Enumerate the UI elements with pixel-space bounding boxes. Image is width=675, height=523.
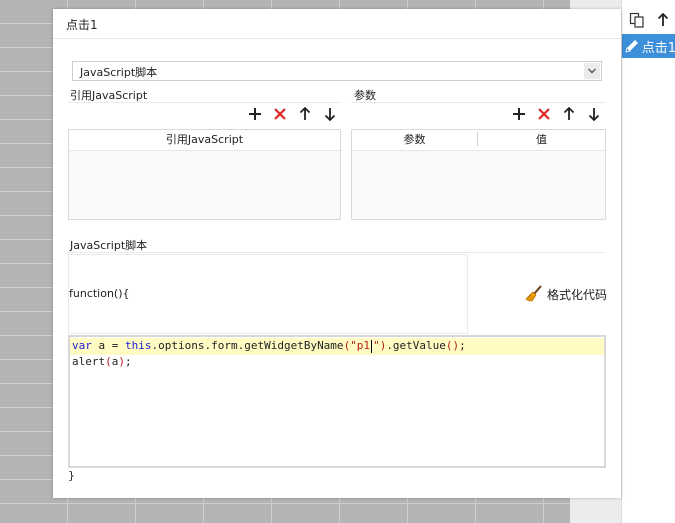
refs-table: 引用JavaScript: [68, 129, 341, 220]
side-panel-event-item[interactable]: 点击1: [622, 34, 675, 58]
arrow-up-icon: [563, 107, 575, 120]
arrow-up-icon: [657, 13, 669, 26]
code-token: (): [445, 339, 460, 352]
right-side-panel: 点击1: [621, 0, 675, 523]
code-line-1[interactable]: var a = this.options.form.getWidgetByNam…: [72, 338, 466, 354]
arrow-down-icon: [324, 108, 336, 121]
function-open-text: function(){: [69, 287, 130, 300]
params-section-label: 参数: [354, 89, 376, 102]
side-panel-toolbar: [622, 8, 675, 32]
code-line-2[interactable]: alert(a);: [72, 354, 132, 370]
format-code-label: 格式化代码: [547, 287, 608, 302]
pencil-icon: [622, 34, 642, 58]
refs-divider: [68, 102, 341, 103]
script-divider: [68, 252, 606, 253]
refs-move-down-button[interactable]: [322, 106, 338, 122]
refs-section-label: 引用JavaScript: [70, 89, 148, 102]
code-token: alert: [72, 355, 106, 368]
arrow-down-icon: [588, 108, 600, 121]
side-panel-item-label: 点击1: [641, 40, 675, 56]
refs-add-button[interactable]: [247, 106, 263, 122]
format-code-button[interactable]: 格式化代码: [525, 285, 607, 303]
arrow-up-icon: [299, 107, 311, 120]
script-type-value: JavaScript脚本: [80, 66, 158, 79]
refs-column-header[interactable]: 引用JavaScript: [69, 130, 340, 148]
params-table: 参数 值: [351, 129, 606, 220]
dialog-title: 点击1: [66, 18, 98, 32]
code-token: a =: [91, 339, 125, 352]
refs-delete-button[interactable]: [272, 106, 288, 122]
copy-icon: [629, 12, 644, 28]
code-token: "p1: [350, 339, 371, 352]
text-cursor: [371, 339, 373, 353]
script-section-label: JavaScript脚本: [70, 239, 148, 252]
function-close-text: }: [68, 469, 75, 482]
refs-table-body[interactable]: [69, 150, 340, 219]
refs-move-up-button[interactable]: [297, 106, 313, 122]
delete-x-icon: [274, 108, 286, 120]
delete-x-icon: [538, 108, 550, 120]
code-token: .options.form.getWidgetByName: [151, 339, 344, 352]
params-table-body[interactable]: [352, 150, 605, 219]
move-up-button[interactable]: [651, 8, 675, 32]
params-move-down-button[interactable]: [586, 106, 602, 122]
chevron-down-icon: [584, 63, 600, 79]
params-column-value[interactable]: 值: [478, 130, 605, 148]
code-token: .getValue: [386, 339, 446, 352]
code-editor[interactable]: var a = this.options.form.getWidgetByNam…: [68, 335, 606, 468]
params-delete-button[interactable]: [536, 106, 552, 122]
dialog-title-bar: 点击1: [53, 9, 621, 39]
copy-button[interactable]: [625, 8, 649, 32]
code-token: ): [118, 355, 125, 368]
params-divider: [351, 102, 606, 103]
code-token: ": [373, 339, 380, 352]
plus-icon: [249, 108, 261, 120]
plus-icon: [513, 108, 525, 120]
params-column-name[interactable]: 参数: [352, 130, 477, 148]
params-add-button[interactable]: [511, 106, 527, 122]
script-type-select[interactable]: JavaScript脚本: [72, 61, 602, 81]
params-move-up-button[interactable]: [561, 106, 577, 122]
code-token: ;: [459, 339, 466, 352]
code-token: this: [125, 339, 152, 352]
event-dialog: 点击1 JavaScript脚本 引用JavaScript 引用JavaScri…: [53, 9, 621, 498]
code-token: (: [105, 355, 112, 368]
code-token: ;: [125, 355, 132, 368]
code-token: var: [72, 339, 92, 352]
broom-icon: [525, 285, 542, 302]
